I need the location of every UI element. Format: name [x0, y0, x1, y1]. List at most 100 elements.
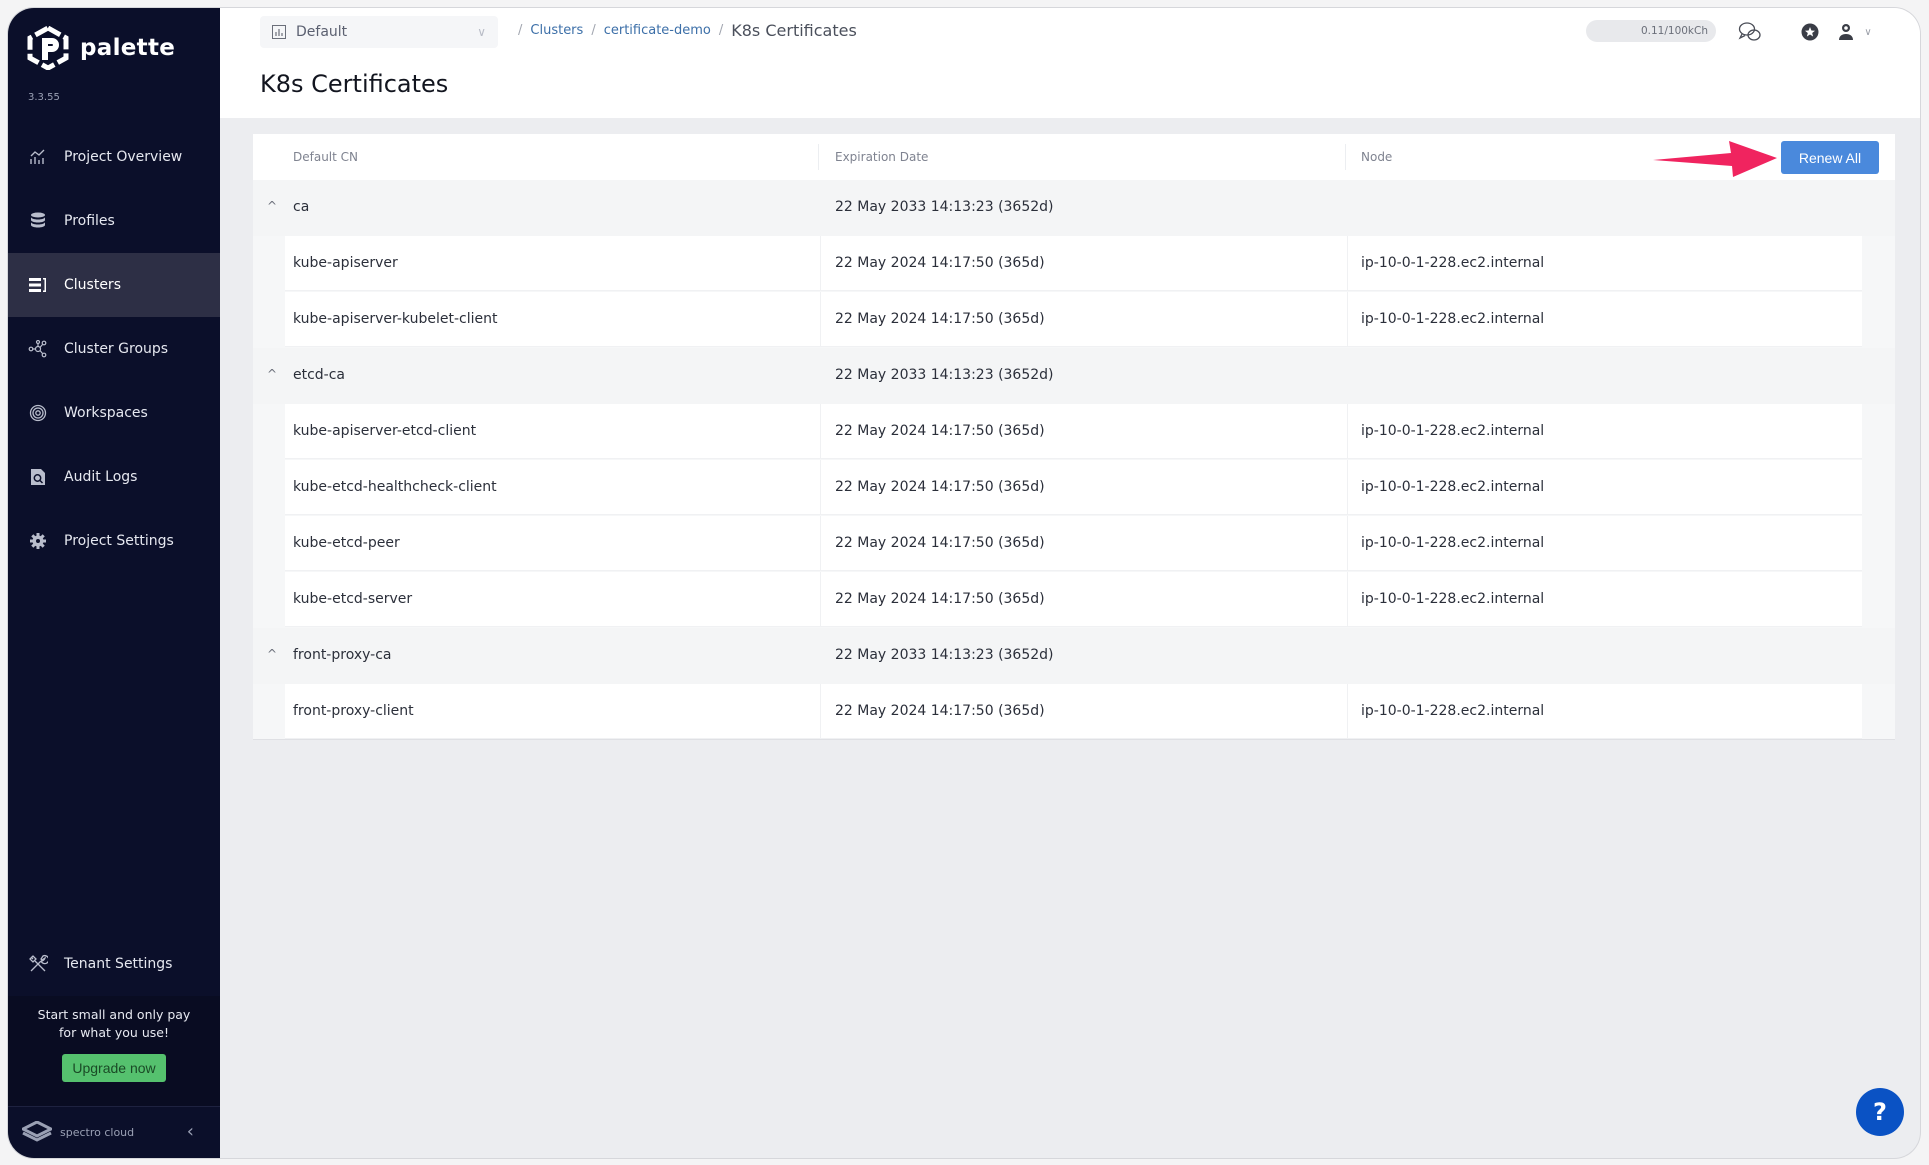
sidebar-item-workspaces[interactable]: Workspaces	[8, 381, 220, 445]
collapse-sidebar-icon[interactable]: ‹	[187, 1121, 194, 1142]
breadcrumb-separator: /	[518, 23, 523, 38]
tenant-settings-label: Tenant Settings	[64, 956, 173, 972]
sidebar-item-label: Cluster Groups	[64, 341, 169, 357]
usage-meter: 0.11/100kCh	[1586, 20, 1716, 42]
scope-value: Default	[296, 24, 348, 40]
table-row[interactable]: kube-etcd-peer 22 May 2024 14:17:50 (365d…	[285, 516, 1862, 571]
cell-expiration: 22 May 2024 14:17:50 (365d)	[835, 535, 1045, 551]
cell-default-cn: kube-apiserver-kubelet-client	[293, 311, 498, 327]
sidebar-item-cluster-groups[interactable]: Cluster Groups	[8, 317, 220, 381]
table-row[interactable]: kube-apiserver 22 May 2024 14:17:50 (365d…	[285, 236, 1862, 291]
sidebar-item-label: Workspaces	[64, 405, 148, 421]
breadcrumb-cluster[interactable]: certificate-demo	[604, 23, 711, 38]
column-divider	[1347, 684, 1348, 738]
column-divider	[820, 684, 821, 738]
group-row[interactable]: ^ etcd-ca 22 May 2033 14:13:23 (3652d)	[253, 348, 1895, 404]
group-cn: front-proxy-ca	[293, 647, 392, 663]
logo[interactable]: palette	[26, 26, 175, 70]
sidebar-item-clusters[interactable]: Clusters	[8, 253, 220, 317]
column-divider	[1347, 572, 1348, 626]
cell-default-cn: kube-apiserver	[293, 255, 398, 271]
chevron-up-icon[interactable]: ^	[267, 367, 277, 381]
sidebar-item-project-settings[interactable]: Project Settings	[8, 509, 220, 573]
breadcrumb-separator: /	[718, 23, 724, 38]
sidebar-item-label: Project Settings	[64, 533, 174, 549]
star-badge-icon[interactable]	[1798, 20, 1822, 44]
sidebar-item-profiles[interactable]: Profiles	[8, 189, 220, 253]
breadcrumb-current: K8s Certificates	[731, 21, 857, 40]
page-title: K8s Certificates	[260, 70, 449, 98]
cell-expiration: 22 May 2024 14:17:50 (365d)	[835, 591, 1045, 607]
cell-node: ip-10-0-1-228.ec2.internal	[1361, 311, 1545, 327]
table-row[interactable]: kube-apiserver-etcd-client 22 May 2024 14…	[285, 404, 1862, 459]
column-divider	[818, 144, 819, 170]
column-header-default-cn[interactable]: Default CN	[293, 150, 358, 164]
workspaces-icon	[28, 403, 48, 423]
cell-expiration: 22 May 2024 14:17:50 (365d)	[835, 311, 1045, 327]
chevron-down-icon: ∨	[477, 25, 486, 39]
group-cn: etcd-ca	[293, 367, 346, 383]
promo-text: Start small and only pay for what you us…	[8, 1006, 220, 1042]
help-button[interactable]: ?	[1856, 1088, 1904, 1136]
table-row[interactable]: kube-etcd-healthcheck-client 22 May 2024 …	[285, 460, 1862, 515]
project-scope-select[interactable]: Default ∨	[260, 16, 498, 48]
column-header-node[interactable]: Node	[1361, 150, 1392, 164]
upgrade-now-button[interactable]: Upgrade now	[62, 1054, 166, 1082]
column-header-expiration-date[interactable]: Expiration Date	[835, 150, 928, 164]
app-name: palette	[80, 35, 176, 61]
group-expiration: 22 May 2033 14:13:23 (3652d)	[835, 199, 1054, 215]
sidebar: palette 3.3.55 Project Overview Profiles	[8, 8, 220, 1158]
sidebar-item-tenant-settings[interactable]: Tenant Settings	[8, 932, 220, 996]
sidebar-item-project-overview[interactable]: Project Overview	[8, 125, 220, 189]
column-divider	[820, 572, 821, 626]
cell-expiration: 22 May 2024 14:17:50 (365d)	[835, 479, 1045, 495]
cell-node: ip-10-0-1-228.ec2.internal	[1361, 423, 1545, 439]
chevron-up-icon[interactable]: ^	[267, 647, 277, 661]
group-cn: ca	[293, 199, 310, 215]
sidebar-item-audit-logs[interactable]: Audit Logs	[8, 445, 220, 509]
audit-logs-icon	[28, 467, 48, 487]
chevron-down-icon[interactable]: ∨	[1856, 20, 1880, 44]
certificates-table: Default CN Expiration Date Node Renew Al…	[253, 134, 1895, 740]
chevron-up-icon[interactable]: ^	[267, 199, 277, 213]
breadcrumb-separator: /	[591, 23, 596, 38]
table-row[interactable]: front-proxy-client 22 May 2024 14:17:50 (…	[285, 684, 1862, 739]
sidebar-item-label: Clusters	[64, 277, 121, 293]
footer-brand: spectro cloud	[60, 1126, 135, 1139]
cell-node: ip-10-0-1-228.ec2.internal	[1361, 535, 1545, 551]
cell-expiration: 22 May 2024 14:17:50 (365d)	[835, 255, 1045, 271]
chat-icon[interactable]	[1738, 20, 1762, 44]
promo-line: for what you use!	[59, 1025, 169, 1040]
cell-node: ip-10-0-1-228.ec2.internal	[1361, 255, 1545, 271]
column-divider	[1347, 404, 1348, 458]
project-icon	[272, 25, 286, 39]
cell-default-cn: kube-etcd-server	[293, 591, 413, 607]
breadcrumb-clusters[interactable]: Clusters	[530, 23, 583, 38]
cell-expiration: 22 May 2024 14:17:50 (365d)	[835, 423, 1045, 439]
chart-icon	[28, 147, 48, 167]
breadcrumb: / Clusters / certificate-demo / K8s Cert…	[518, 21, 857, 40]
table-row[interactable]: kube-etcd-server 22 May 2024 14:17:50 (36…	[285, 572, 1862, 627]
app-version: 3.3.55	[28, 92, 60, 103]
cell-default-cn: kube-etcd-peer	[293, 535, 400, 551]
group-row[interactable]: ^ ca 22 May 2033 14:13:23 (3652d)	[253, 180, 1895, 236]
cell-node: ip-10-0-1-228.ec2.internal	[1361, 479, 1545, 495]
upgrade-promo: Start small and only pay for what you us…	[8, 996, 220, 1106]
promo-line: Start small and only pay	[37, 1007, 191, 1022]
renew-all-button[interactable]: Renew All	[1781, 141, 1879, 174]
sidebar-footer: spectro cloud ‹	[8, 1106, 220, 1158]
top-header: Default ∨ / Clusters / certificate-demo …	[220, 8, 1920, 118]
column-divider	[1345, 144, 1346, 170]
group-expiration: 22 May 2033 14:13:23 (3652d)	[835, 367, 1054, 383]
table-row[interactable]: kube-apiserver-kubelet-client 22 May 2024…	[285, 292, 1862, 347]
column-divider	[820, 236, 821, 290]
sidebar-item-label: Project Overview	[64, 149, 183, 165]
annotation-arrow-icon	[1653, 141, 1777, 177]
group-row[interactable]: ^ front-proxy-ca 22 May 2033 14:13:23 (365…	[253, 628, 1895, 684]
sidebar-item-label: Profiles	[64, 213, 115, 229]
column-divider	[820, 292, 821, 346]
user-avatar-icon[interactable]	[1834, 20, 1858, 44]
palette-logo-icon	[27, 26, 69, 70]
column-divider	[1347, 516, 1348, 570]
clusters-icon	[28, 275, 48, 295]
